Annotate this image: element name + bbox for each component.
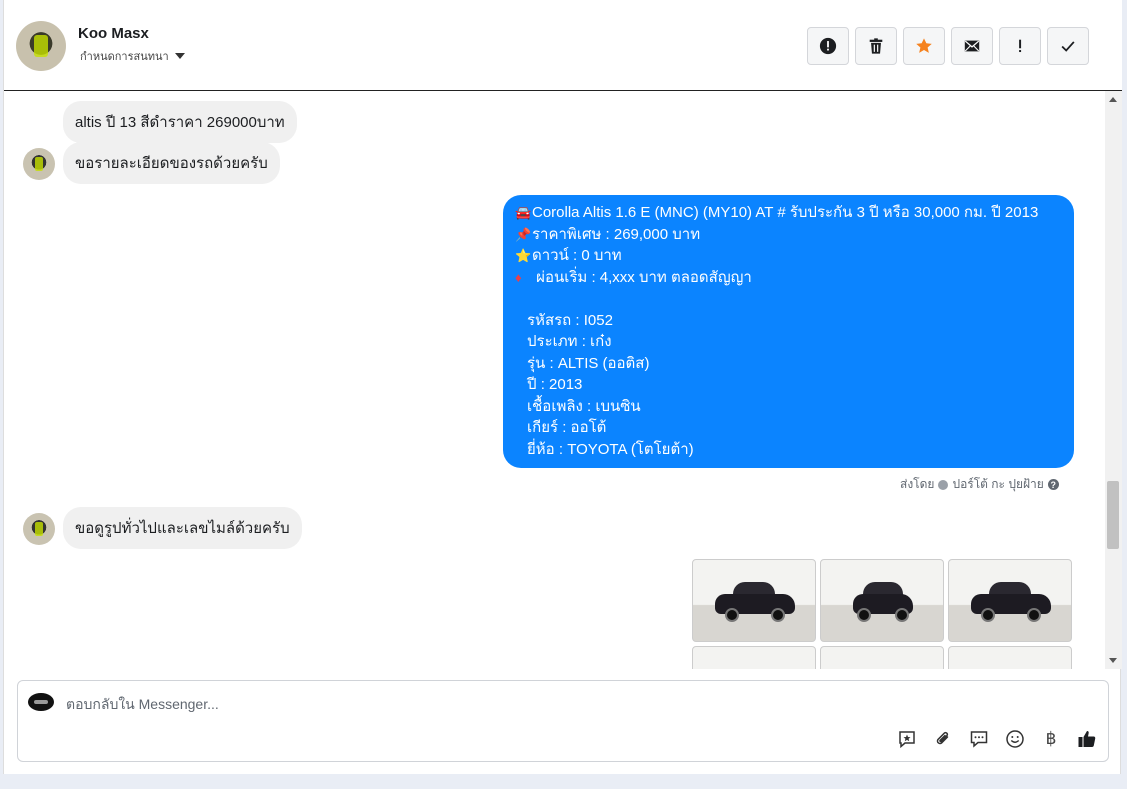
like-icon <box>1078 731 1096 747</box>
car-photo[interactable] <box>948 646 1072 669</box>
mark-spam-button[interactable] <box>807 27 849 65</box>
outgoing-message: 🚘Corolla Altis 1.6 E (MNC) (MY10) AT # ร… <box>503 195 1074 468</box>
help-icon[interactable]: ? <box>1047 479 1059 490</box>
page-avatar <box>28 693 54 711</box>
attach-button[interactable] <box>932 728 954 750</box>
message-line: ราคาพิเศษ : 269,000 บาท <box>532 225 701 243</box>
car-photo[interactable] <box>820 559 944 642</box>
sender-icon <box>938 479 949 490</box>
email-button[interactable] <box>951 27 993 65</box>
attach-icon <box>936 731 949 745</box>
email-icon <box>964 40 980 52</box>
chat-bubble-icon <box>970 731 988 748</box>
flag-icon <box>1019 39 1022 53</box>
chat-button[interactable] <box>968 728 990 750</box>
saved-reply-icon <box>899 731 915 749</box>
conversation-schedule-dropdown[interactable]: กำหนดการสนทนา <box>80 47 185 65</box>
message-line: เกียร์ : ออโต้ <box>527 419 607 436</box>
like-button[interactable] <box>1076 728 1098 750</box>
message-line: ผ่อนเริ่ม : 4,xxx บาท ตลอดสัญญา <box>536 268 752 286</box>
car-image <box>971 582 1051 622</box>
star-emoji-icon: ⭐ <box>515 248 532 263</box>
mark-spam-icon <box>819 37 837 55</box>
message-line: ดาวน์ : 0 บาท <box>532 247 622 264</box>
message-line: เชื้อเพลิง : เบนซิน <box>527 397 641 415</box>
car-photo[interactable] <box>692 646 816 669</box>
contact-avatar-small <box>23 513 55 545</box>
car-photo[interactable] <box>820 646 944 669</box>
message-line: ปี : 2013 <box>527 376 583 393</box>
composer-tools: ฿ <box>896 728 1098 750</box>
pin-icon: 📌 <box>515 226 532 242</box>
scroll-up-icon[interactable] <box>1109 97 1117 102</box>
car-photo[interactable] <box>692 559 816 642</box>
flag-button[interactable] <box>999 27 1041 65</box>
saved-reply-button[interactable] <box>896 728 918 750</box>
delete-button[interactable] <box>855 27 897 65</box>
emoji-button[interactable] <box>1004 728 1026 750</box>
sent-by-info: ส่งโดย ปอร์โต้ กะ ปุยฝ้าย ? <box>900 475 1059 494</box>
delete-icon <box>869 38 883 54</box>
payment-button[interactable]: ฿ <box>1040 728 1062 750</box>
reply-input[interactable] <box>66 693 966 715</box>
baht-icon: ฿ <box>1045 729 1057 749</box>
message-line: ประเภท : เก๋ง <box>527 333 612 350</box>
contact-name[interactable]: Koo Masx <box>78 25 149 42</box>
message-thread[interactable]: altis ปี 13 สีดำราคา 269000บาท ขอรายละเอ… <box>4 91 1104 669</box>
sent-by-label: ส่งโดย <box>900 477 935 491</box>
star-icon <box>916 38 932 53</box>
messenger-window: Koo Masx กำหนดการสนทนา altis ปี 13 สีดำร… <box>3 0 1122 774</box>
message-line: รหัสรถ : I052 <box>527 311 613 329</box>
contact-avatar[interactable] <box>16 21 66 71</box>
star-button[interactable] <box>903 27 945 65</box>
mark-done-button[interactable] <box>1047 27 1089 65</box>
caret-down-icon <box>174 53 185 59</box>
incoming-message: ขอดูรูปทั่วไปและเลขไมล์ด้วยครับ <box>63 507 302 549</box>
message-line: รุ่น : ALTIS (ออติส) <box>527 354 650 372</box>
diamond-icon: ♦ <box>515 269 522 285</box>
reply-composer: ฿ <box>17 680 1109 762</box>
thread-scrollbar[interactable] <box>1105 91 1122 669</box>
message-line: ยี่ห้อ : TOYOTA (โตโยต้า) <box>527 440 694 458</box>
scroll-down-icon[interactable] <box>1109 658 1117 663</box>
car-icon: 🚘 <box>515 205 532 220</box>
car-image <box>715 582 795 622</box>
scrollbar-thumb[interactable] <box>1107 481 1119 549</box>
done-icon <box>1061 41 1075 52</box>
incoming-message: altis ปี 13 สีดำราคา 269000บาท <box>63 101 297 143</box>
incoming-message: ขอรายละเอียดของรถด้วยครับ <box>63 142 280 184</box>
photo-gallery <box>692 559 1072 669</box>
header-actions <box>807 27 1089 65</box>
conversation-schedule-label: กำหนดการสนทนา <box>80 51 169 63</box>
emoji-icon <box>1006 730 1024 748</box>
sender-name[interactable]: ปอร์โต้ กะ ปุยฝ้าย <box>952 475 1043 494</box>
contact-avatar-small <box>23 148 55 180</box>
car-photo[interactable] <box>948 559 1072 642</box>
conversation-header: Koo Masx กำหนดการสนทนา <box>4 0 1122 91</box>
message-line: Corolla Altis 1.6 E (MNC) (MY10) AT # รั… <box>532 204 1039 221</box>
car-image <box>853 582 913 622</box>
